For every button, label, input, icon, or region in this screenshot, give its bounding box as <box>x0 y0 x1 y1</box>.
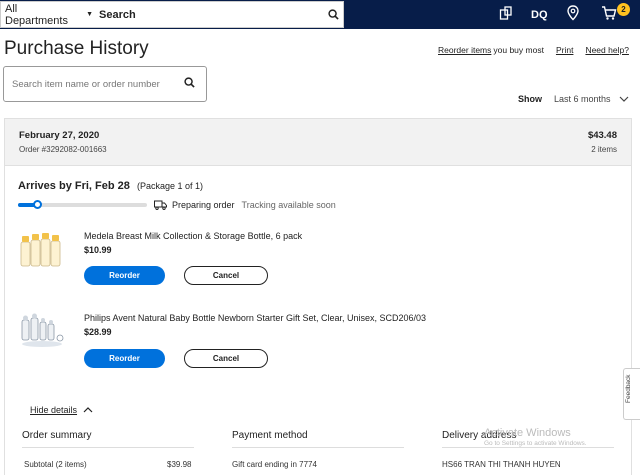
order-search-box <box>3 66 207 102</box>
delivery-name: HS66 TRAN THI THANH HUYEN <box>442 460 561 469</box>
order-number: Order #3292082-001663 <box>19 145 107 154</box>
activate-windows-watermark: Activate Windows Go to Settings to activ… <box>484 427 587 447</box>
reorder-items-link[interactable]: Reorder items <box>438 45 491 55</box>
search-icon[interactable] <box>323 9 343 20</box>
order-date: February 27, 2020 <box>19 130 100 141</box>
payment-method-heading: Payment method <box>232 430 404 448</box>
print-link[interactable]: Print <box>556 45 573 55</box>
global-search-input[interactable]: Search <box>99 9 323 21</box>
feedback-label: Feedback <box>625 374 632 403</box>
reorder-icon[interactable] <box>499 5 513 24</box>
location-pin-icon[interactable] <box>567 5 579 24</box>
reorder-button[interactable]: Reorder <box>84 266 165 285</box>
cart-count-badge: 2 <box>617 3 630 16</box>
shipment-progress-bar <box>18 200 147 209</box>
cancel-button[interactable]: Cancel <box>184 266 268 285</box>
top-nav-bar: All Departments ▼ Search DQ 2 <box>0 0 640 29</box>
arrival-date: Arrives by Fri, Feb 28 <box>18 180 130 192</box>
departments-dropdown[interactable]: All Departments ▼ <box>1 3 93 27</box>
hide-details-label: Hide details <box>30 405 78 415</box>
order-item-count: 2 items <box>591 145 617 154</box>
caret-down-icon: ▼ <box>86 11 93 18</box>
show-label: Show <box>518 94 542 104</box>
global-search-bar: All Departments ▼ Search <box>0 1 344 28</box>
account-initials[interactable]: DQ <box>531 9 548 21</box>
status-text: Preparing order <box>172 200 235 210</box>
chevron-down-icon <box>619 96 628 102</box>
header-links: Reorder items you buy most Print Need he… <box>438 45 629 55</box>
reorder-button[interactable]: Reorder <box>84 349 165 368</box>
product-price: $28.99 <box>84 327 112 337</box>
shipment-status: Preparing order Tracking available soon <box>154 200 336 210</box>
cancel-button[interactable]: Cancel <box>184 349 268 368</box>
order-header: February 27, 2020 Order #3292082-001663 … <box>4 118 632 166</box>
date-range-select[interactable]: Last 6 months <box>554 94 629 104</box>
date-range-value: Last 6 months <box>554 94 611 104</box>
subtotal-value: $39.98 <box>167 460 192 469</box>
package-count: (Package 1 of 1) <box>136 181 203 191</box>
order-summary-heading: Order summary <box>22 430 194 448</box>
product-image-avent-gift-set[interactable] <box>18 310 66 350</box>
truck-icon <box>154 200 167 210</box>
chevron-up-icon <box>83 407 93 413</box>
page-title: Purchase History <box>4 38 149 59</box>
product-title[interactable]: Philips Avent Natural Baby Bottle Newbor… <box>84 313 426 323</box>
search-icon[interactable] <box>184 75 195 93</box>
watermark-subtitle: Go to Settings to activate Windows. <box>484 440 587 447</box>
subtotal-label: Subtotal (2 items) <box>24 460 87 469</box>
order-total: $43.48 <box>587 130 617 141</box>
feedback-tab[interactable]: Feedback <box>623 368 640 420</box>
order-search-input[interactable] <box>12 78 180 90</box>
product-price: $10.99 <box>84 245 112 255</box>
arrival-heading: Arrives by Fri, Feb 28 (Package 1 of 1) <box>18 180 203 192</box>
watermark-title: Activate Windows <box>484 427 571 439</box>
hide-details-toggle[interactable]: Hide details <box>30 405 93 415</box>
product-image-medela-bottles[interactable] <box>18 230 66 270</box>
product-title[interactable]: Medela Breast Milk Collection & Storage … <box>84 231 302 241</box>
payment-detail: Gift card ending in 7774 <box>232 460 317 469</box>
date-filter: Show Last 6 months <box>518 94 629 104</box>
need-help-link[interactable]: Need help? <box>585 45 628 55</box>
tracking-note: Tracking available soon <box>241 200 336 210</box>
cart-icon[interactable] <box>601 5 617 24</box>
departments-label: All Departments <box>5 2 68 27</box>
reorder-items-suffix: you buy most <box>493 45 544 55</box>
